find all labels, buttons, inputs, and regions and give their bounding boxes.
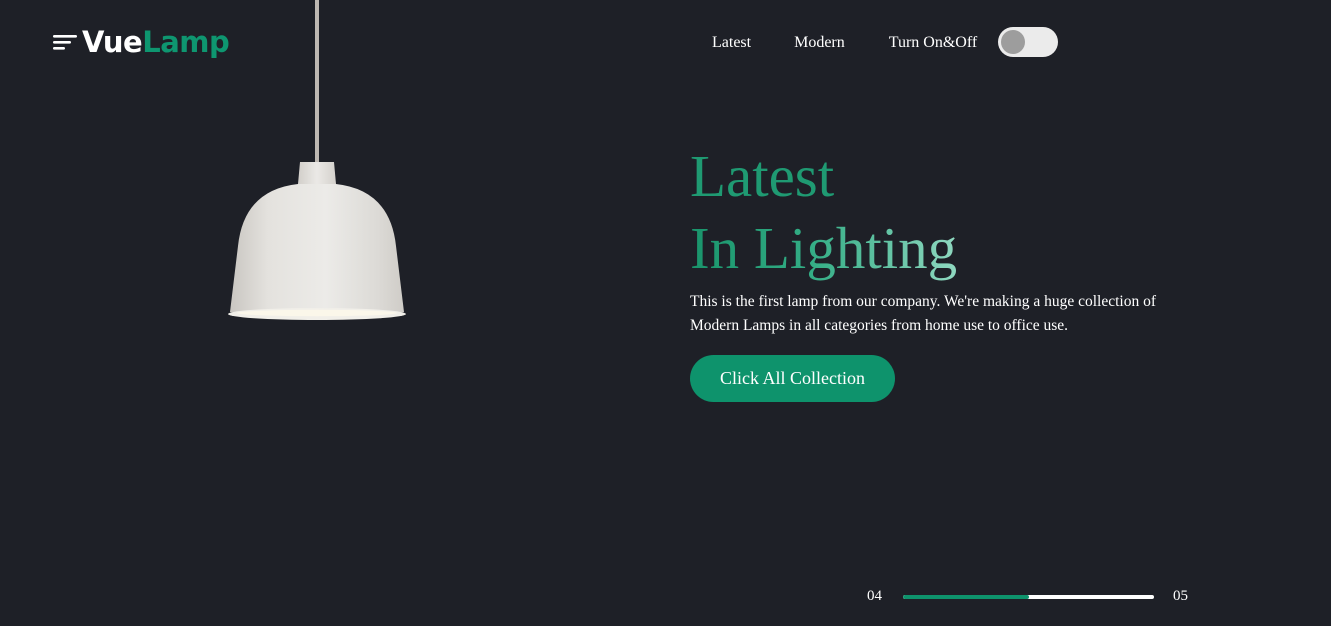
main-nav: Latest Modern Turn On&Off <box>690 26 977 60</box>
slide-progress-bar[interactable] <box>903 595 1154 599</box>
hero-title-line1: Latest <box>690 143 835 209</box>
hero-section: Latest In Lighting This is the first lam… <box>690 140 1210 402</box>
hamburger-menu-icon[interactable] <box>52 32 78 52</box>
hero-title: Latest In Lighting <box>690 140 1210 284</box>
collection-button[interactable]: Click All Collection <box>690 355 895 402</box>
brand-part-vue: Vue <box>82 25 143 59</box>
toggle-knob <box>1001 30 1025 54</box>
logo[interactable]: VueLamp <box>52 22 230 62</box>
nav-link-turn-on-off[interactable]: Turn On&Off <box>889 34 977 52</box>
slide-total-number: 05 <box>1173 588 1188 604</box>
slide-progress-fill <box>903 595 1029 599</box>
pendant-lamp-illustration <box>228 0 406 320</box>
brand-part-lamp: Lamp <box>142 25 230 59</box>
hero-description: This is the first lamp from our company.… <box>690 293 1156 334</box>
brand-name: VueLamp <box>82 22 230 62</box>
nav-link-latest[interactable]: Latest <box>712 34 751 52</box>
nav-link-modern[interactable]: Modern <box>794 34 845 52</box>
hero-title-line2: In Lighting <box>690 212 957 284</box>
slide-current-number: 04 <box>867 588 882 604</box>
light-toggle-switch[interactable] <box>998 27 1058 57</box>
